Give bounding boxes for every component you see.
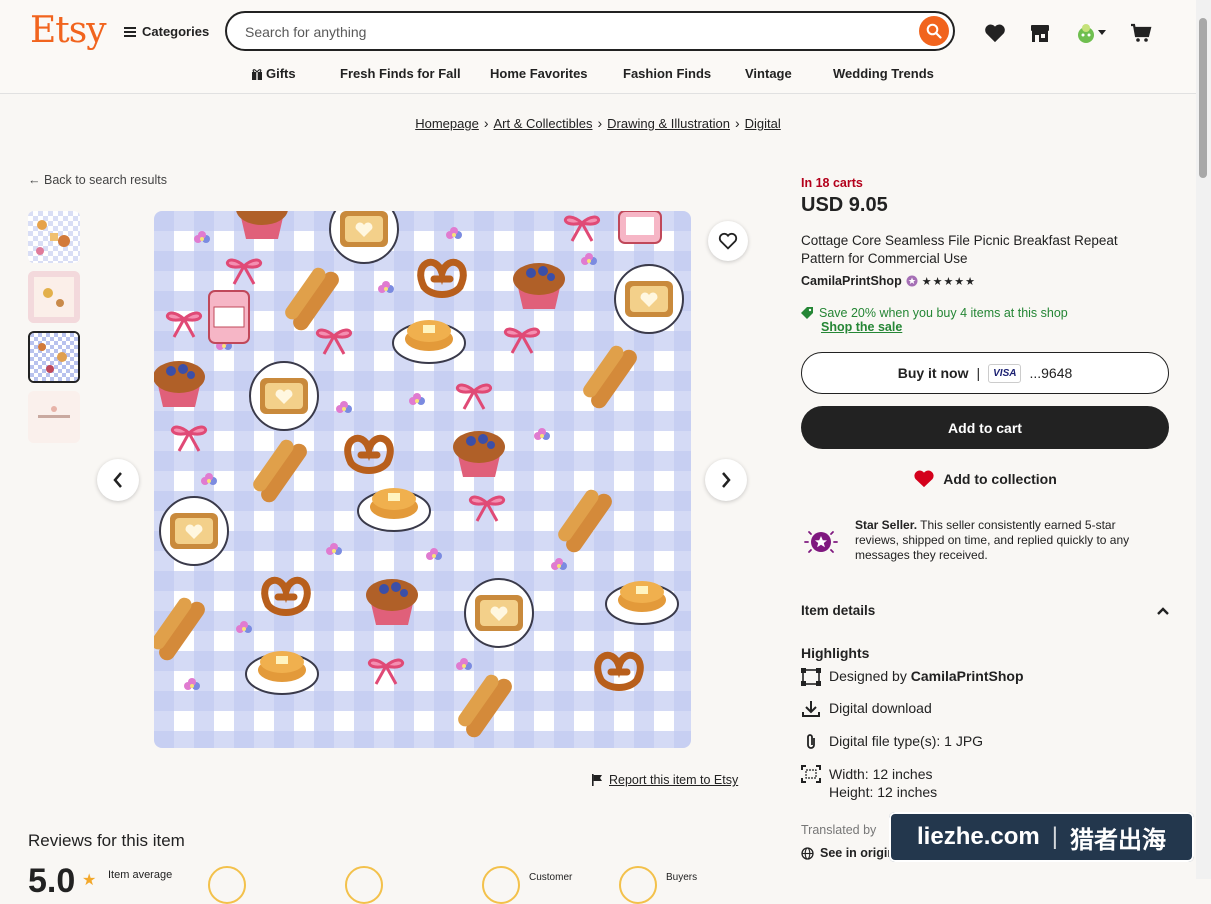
buy-it-now-button[interactable]: Buy it now | VISA ...9648 xyxy=(801,352,1169,394)
tag-icon xyxy=(801,307,813,319)
favorites-heart-icon[interactable] xyxy=(984,22,1006,44)
categories-button[interactable]: Categories xyxy=(124,24,209,39)
designer-link[interactable]: CamilaPrintShop xyxy=(911,668,1024,684)
breadcrumb-art-collectibles[interactable]: Art & Collectibles xyxy=(494,116,593,131)
buyers-label: Buyers xyxy=(666,872,698,883)
main-product-image[interactable] xyxy=(154,211,691,748)
translated-by-text: Translated by xyxy=(801,823,877,837)
highlight-dimensions: Width: 12 inches Height: 12 inches xyxy=(801,765,937,801)
item-average-label: Item average xyxy=(108,869,173,881)
previous-image-button[interactable] xyxy=(97,459,139,501)
highlights-heading: Highlights xyxy=(801,645,870,661)
review-star-icon: ★ xyxy=(82,872,97,889)
search-bar xyxy=(225,11,955,51)
star-seller-icon xyxy=(801,522,841,562)
scrollbar-thumb[interactable] xyxy=(1199,18,1207,178)
price: USD 9.05 xyxy=(801,194,888,216)
design-tool-icon xyxy=(801,668,821,686)
search-icon xyxy=(926,23,942,39)
review-metric-circle xyxy=(482,866,520,904)
breadcrumb-separator: › xyxy=(597,115,603,131)
flag-icon xyxy=(592,774,602,786)
heart-filled-icon xyxy=(914,470,934,488)
heart-outline-icon xyxy=(718,232,738,250)
nav-vintage[interactable]: Vintage xyxy=(745,66,792,81)
review-score: 5.0 xyxy=(28,862,76,900)
breadcrumb-homepage[interactable]: Homepage xyxy=(415,116,479,131)
account-avatar[interactable] xyxy=(1070,22,1110,44)
star-seller-description: Star Seller. This seller consistently ea… xyxy=(855,518,1130,562)
reviews-heading: Reviews for this item xyxy=(28,831,185,850)
promo-text: Save 20% when you buy 4 items at this sh… xyxy=(819,306,1068,320)
watermark-banner: liezhe.com | 猎者出海 xyxy=(889,812,1194,862)
next-image-button[interactable] xyxy=(705,459,747,501)
picnic-pattern-illustration xyxy=(154,211,691,748)
star-seller-badge-icon xyxy=(906,275,918,287)
nav-home-favorites[interactable]: Home Favorites xyxy=(490,66,588,81)
chevron-left-icon xyxy=(113,472,122,488)
add-to-cart-button[interactable]: Add to cart xyxy=(801,406,1169,449)
review-metric-circle xyxy=(208,866,246,904)
search-button[interactable] xyxy=(919,16,949,46)
etsy-logo[interactable]: Etsy xyxy=(30,10,107,51)
cart-icon[interactable] xyxy=(1130,22,1152,44)
add-to-collection-button[interactable]: Add to collection xyxy=(801,470,1169,488)
breadcrumb-separator: › xyxy=(734,115,740,131)
menu-icon xyxy=(124,26,136,37)
item-details-toggle[interactable]: Item details xyxy=(801,603,1169,618)
cart-count-notice: In 18 carts xyxy=(801,176,863,190)
avatar-icon xyxy=(1078,24,1094,43)
shop-name-link[interactable]: CamilaPrintShop xyxy=(801,274,902,288)
globe-icon xyxy=(801,846,814,860)
back-to-search-link[interactable]: ← Back to search results xyxy=(28,173,167,187)
nav-fashion-finds[interactable]: Fashion Finds xyxy=(623,66,711,81)
nav-wedding-trends[interactable]: Wedding Trends xyxy=(833,66,934,81)
thumbnail-4[interactable] xyxy=(28,391,80,443)
watermark-divider: | xyxy=(1051,823,1058,850)
thumbnail-1[interactable] xyxy=(28,211,80,263)
visa-card-icon: VISA xyxy=(988,363,1022,383)
review-metric-circle xyxy=(619,866,657,904)
shop-manager-icon[interactable] xyxy=(1029,22,1051,44)
nav-fresh-finds[interactable]: Fresh Finds for Fall xyxy=(340,66,461,81)
highlight-designed-by: Designed by CamilaPrintShop xyxy=(801,668,1024,686)
product-title: Cottage Core Seamless File Picnic Breakf… xyxy=(801,233,1118,266)
favorite-button[interactable] xyxy=(708,221,748,261)
shop-the-sale-link[interactable]: Shop the sale xyxy=(821,320,902,334)
chevron-up-icon xyxy=(1157,607,1169,615)
breadcrumb: Homepage › Art & Collectibles › Drawing & Il… xyxy=(0,115,1196,131)
highlight-file-types: Digital file type(s): 1 JPG xyxy=(801,733,983,751)
search-input[interactable] xyxy=(243,23,847,41)
highlight-digital-download: Digital download xyxy=(801,700,932,718)
card-last-digits: ...9648 xyxy=(1029,365,1073,381)
dimensions-icon xyxy=(801,765,821,783)
nav-gifts[interactable]: Gifts xyxy=(251,66,296,81)
breadcrumb-digital[interactable]: Digital xyxy=(745,116,781,131)
header: Etsy Categories Gifts Fresh Finds for Fa… xyxy=(0,0,1196,94)
chevron-right-icon xyxy=(722,472,731,488)
breadcrumb-separator: › xyxy=(483,115,489,131)
shop-rating-stars: ★★★★★ xyxy=(921,275,977,288)
paperclip-icon xyxy=(807,734,815,749)
separator: | xyxy=(976,365,981,381)
chevron-down-icon xyxy=(1098,30,1106,35)
arrow-left-icon: ← xyxy=(28,173,44,187)
gift-icon xyxy=(252,68,262,80)
breadcrumb-drawing-illustration[interactable]: Drawing & Illustration xyxy=(607,116,730,131)
page-scrollbar[interactable] xyxy=(1196,0,1211,879)
thumbnail-3-selected[interactable] xyxy=(28,331,80,383)
review-metric-circle xyxy=(345,866,383,904)
report-item-link[interactable]: Report this item to Etsy xyxy=(591,773,738,787)
buy-it-now-label: Buy it now xyxy=(897,365,969,381)
download-icon xyxy=(802,701,820,717)
thumbnail-2[interactable] xyxy=(28,271,80,323)
categories-label: Categories xyxy=(142,24,210,39)
customer-label: Customer xyxy=(529,872,573,883)
